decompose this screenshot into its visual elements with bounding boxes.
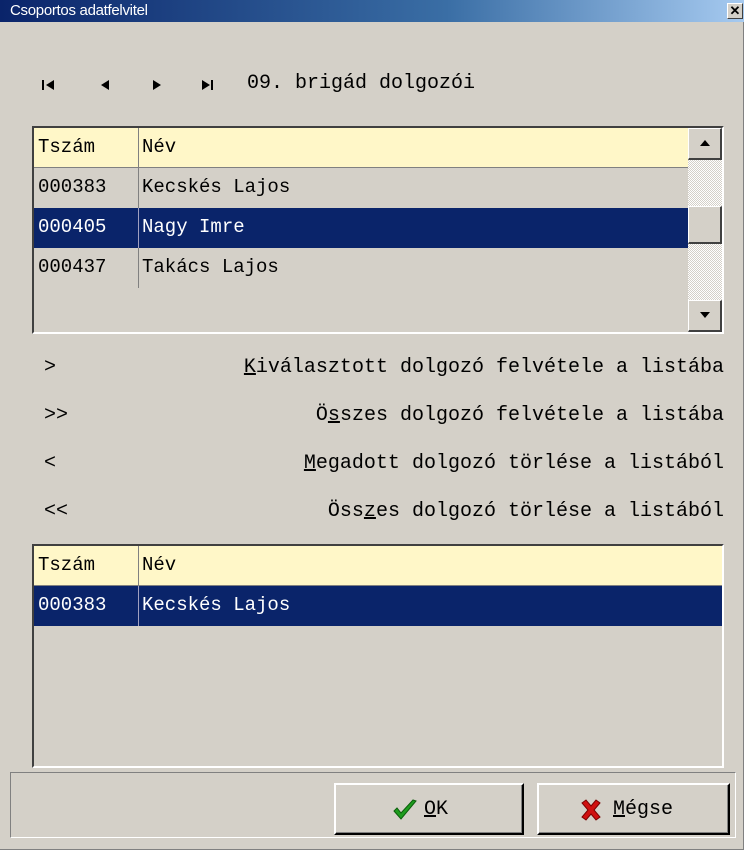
- cell-tszam: 000437: [38, 256, 107, 278]
- cell-tszam: 000405: [38, 216, 107, 238]
- last-record-icon[interactable]: [198, 78, 220, 96]
- group-title: 09. brigád dolgozói: [247, 72, 476, 95]
- scroll-up-button[interactable]: [688, 128, 722, 160]
- arrow-up-icon: [700, 140, 710, 146]
- cell-nev: Kecskés Lajos: [142, 176, 291, 198]
- table-row-selected[interactable]: 000383 Kecskés Lajos: [34, 586, 722, 626]
- column-header-tszam[interactable]: Tszám: [38, 128, 138, 166]
- cell-tszam: 000383: [38, 594, 107, 616]
- scroll-thumb[interactable]: [688, 206, 722, 244]
- cell-nev: Kecskés Lajos: [142, 594, 291, 616]
- vertical-scrollbar[interactable]: [688, 128, 722, 332]
- table-row[interactable]: 000437 Takács Lajos: [34, 248, 690, 288]
- table-row[interactable]: 000383 Kecskés Lajos: [34, 168, 690, 208]
- dialog-window: Csoportos adatfelvitel ✕ 09. brigád dolg…: [0, 0, 744, 850]
- cancel-button[interactable]: Mégse: [537, 783, 730, 835]
- checkmark-icon: [392, 798, 418, 829]
- employee-source-list[interactable]: Tszám Név 000383 Kecskés Lajos 000405 Na…: [32, 126, 724, 334]
- list-header: Tszám Név: [34, 128, 690, 168]
- column-header-nev[interactable]: Név: [142, 546, 176, 584]
- column-header-tszam[interactable]: Tszám: [38, 546, 138, 584]
- remove-all-action[interactable]: << Összes dolgozó törlése a listából: [44, 500, 724, 530]
- employee-target-list[interactable]: Tszám Név 000383 Kecskés Lajos: [32, 544, 724, 768]
- title-bar[interactable]: Csoportos adatfelvitel ✕: [0, 0, 744, 22]
- ok-button[interactable]: OK: [334, 783, 524, 835]
- add-all-action[interactable]: >> Összes dolgozó felvétele a listába: [44, 404, 724, 434]
- close-button[interactable]: ✕: [727, 3, 743, 19]
- cell-nev: Nagy Imre: [142, 216, 245, 238]
- cell-tszam: 000383: [38, 176, 107, 198]
- list-header: Tszám Név: [34, 546, 722, 586]
- window-title: Csoportos adatfelvitel: [10, 2, 148, 19]
- x-cross-icon: [579, 798, 603, 829]
- cell-nev: Takács Lajos: [142, 256, 279, 278]
- previous-record-icon[interactable]: [96, 78, 118, 96]
- arrow-down-icon: [700, 312, 710, 318]
- first-record-icon[interactable]: [40, 78, 62, 96]
- table-row-selected[interactable]: 000405 Nagy Imre: [34, 208, 690, 248]
- add-selected-action[interactable]: > Kiválasztott dolgozó felvétele a listá…: [44, 356, 724, 386]
- column-header-nev[interactable]: Név: [142, 128, 176, 166]
- scroll-down-button[interactable]: [688, 300, 722, 332]
- remove-selected-action[interactable]: < Megadott dolgozó törlése a listából: [44, 452, 724, 482]
- next-record-icon[interactable]: [148, 78, 170, 96]
